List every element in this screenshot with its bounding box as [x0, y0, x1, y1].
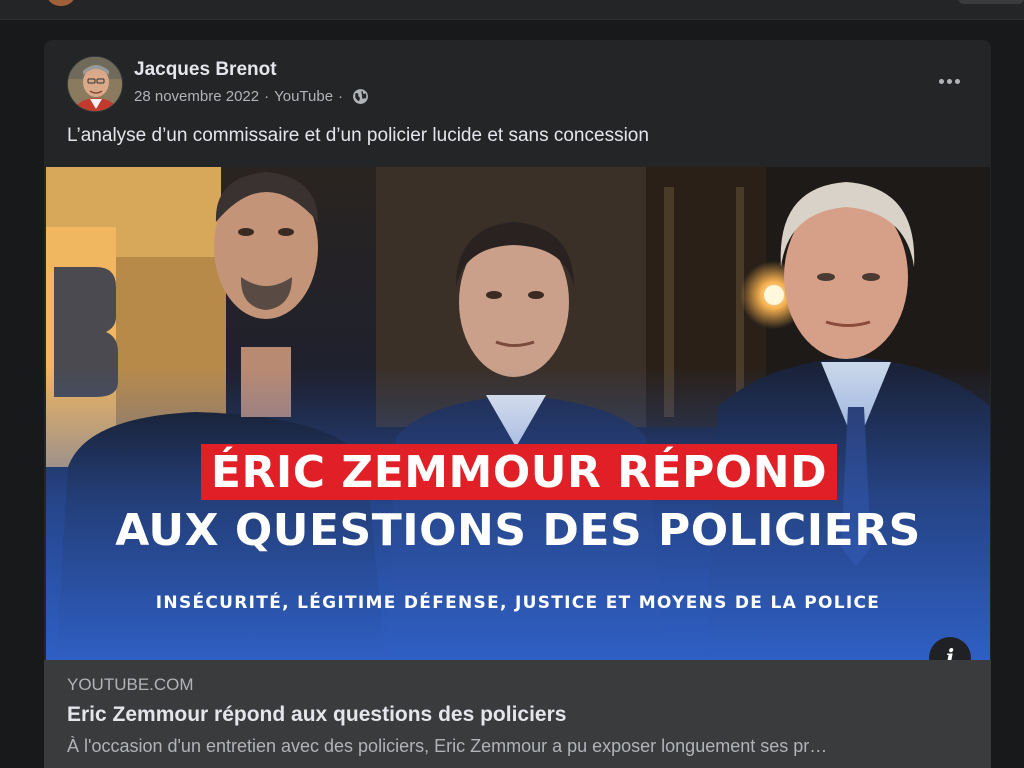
- top-avatar-fragment[interactable]: [46, 0, 76, 6]
- thumbnail-headline-white: AUX QUESTIONS DES POLICIERS: [115, 505, 921, 556]
- post-source: YouTube: [274, 88, 334, 105]
- post-meta: 28 novembre 2022 · YouTube ·: [134, 88, 369, 105]
- dot: [938, 78, 944, 84]
- link-title[interactable]: Eric Zemmour répond aux questions des po…: [67, 703, 566, 727]
- post-card: Jacques Brenot 28 novembre 2022 · YouTub…: [44, 40, 991, 768]
- thumbnail-subline: INSÉCURITÉ, LÉGITIME DÉFENSE, JUSTICE ET…: [155, 593, 881, 613]
- post-text: L’analyse d’un commissaire et d’un polic…: [67, 125, 649, 146]
- meta-separator: ·: [338, 88, 344, 105]
- more-options-icon[interactable]: [931, 68, 967, 94]
- dot: [954, 78, 960, 84]
- globe-icon[interactable]: [352, 88, 369, 105]
- author-avatar[interactable]: [67, 56, 123, 112]
- author-name[interactable]: Jacques Brenot: [134, 59, 277, 81]
- link-description: À l'occasion d'un entretien avec des pol…: [67, 736, 828, 756]
- link-domain: YOUTUBE.COM: [67, 675, 194, 694]
- top-right-control[interactable]: [958, 0, 1024, 4]
- post-date[interactable]: 28 novembre 2022: [134, 88, 259, 105]
- thumbnail-headline-red: ÉRIC ZEMMOUR RÉPOND: [201, 444, 837, 500]
- dot: [946, 78, 952, 84]
- thumbnail-scene: [46, 167, 990, 660]
- top-navigation-bar: [0, 0, 1024, 20]
- link-preview[interactable]: YOUTUBE.COM Eric Zemmour répond aux ques…: [44, 660, 991, 768]
- video-thumbnail[interactable]: ÉRIC ZEMMOUR RÉPOND AUX QUESTIONS DES PO…: [46, 167, 990, 660]
- meta-separator: ·: [264, 88, 270, 105]
